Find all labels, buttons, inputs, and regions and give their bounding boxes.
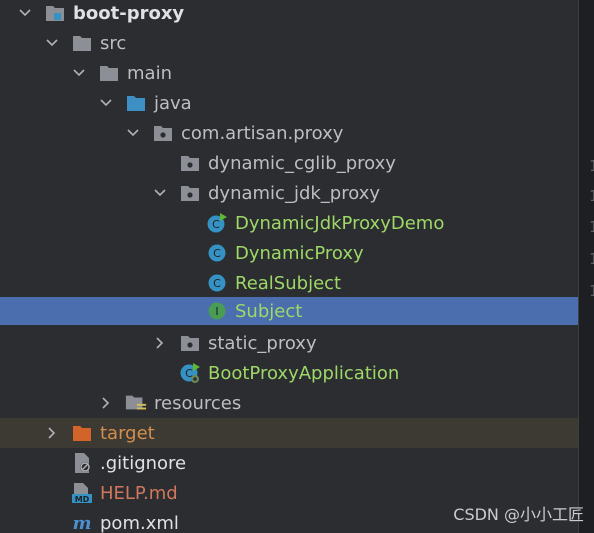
tree-item-label: java [154,92,192,114]
line-number: 1 [589,218,594,236]
spring-boot-app-icon: C [179,362,201,384]
tree-item-main[interactable]: main [0,58,578,88]
svg-text:m: m [72,513,91,533]
line-number: 1 [589,282,594,300]
chevron-down-icon[interactable] [124,124,142,142]
package-icon [179,152,201,174]
tree-item-label: BootProxyApplication [208,362,400,384]
source-folder-icon [125,92,147,114]
tree-item-label: dynamic_cglib_proxy [208,152,396,174]
tree-item-gitignore[interactable]: .gitignore [0,448,578,478]
tree-item-label: dynamic_jdk_proxy [208,182,380,204]
chevron-down-icon[interactable] [43,34,61,52]
excluded-folder-icon [71,422,93,444]
tree-item-label: resources [154,392,242,414]
tree-item-label: src [100,32,127,54]
tree-item-label: boot-proxy [73,2,185,24]
tree-item-dynamic-proxy[interactable]: C DynamicProxy [0,238,578,268]
chevron-right-icon[interactable] [43,424,61,442]
svg-text:C: C [212,218,220,231]
interface-icon: I [206,300,228,322]
tree-item-label: main [127,62,172,84]
tree-item-com-artisan-proxy[interactable]: com.artisan.proxy [0,118,578,148]
package-icon [179,182,201,204]
svg-text:MD: MD [75,495,90,504]
module-folder-icon [44,2,66,24]
svg-text:I: I [215,305,218,318]
tree-item-label: pom.xml [100,512,179,533]
chevron-right-icon[interactable] [97,394,115,412]
class-icon: C [206,242,228,264]
tree-item-real-subject[interactable]: C RealSubject [0,268,578,298]
tree-item-label: HELP.md [100,482,178,504]
tree-item-label: target [100,422,155,444]
line-number: 1 [589,250,594,268]
tree-item-dynamic-jdk-proxy[interactable]: dynamic_jdk_proxy [0,178,578,208]
class-icon: C [206,272,228,294]
tree-item-target[interactable]: target [0,418,578,448]
tree-item-label: DynamicJdkProxyDemo [235,212,445,234]
chevron-down-icon[interactable] [151,184,169,202]
tree-item-dynamic-jdk-proxy-demo[interactable]: C DynamicJdkProxyDemo [0,208,578,238]
tree-item-label: Subject [235,300,303,322]
folder-icon [71,32,93,54]
package-icon [152,122,174,144]
package-icon [179,332,201,354]
folder-icon [98,62,120,84]
editor-gutter: 1 1 1 1 1 [578,0,594,533]
project-tree[interactable]: boot-proxy src main java com.artisan.pro… [0,0,578,533]
chevron-down-icon[interactable] [70,64,88,82]
tree-item-label: com.artisan.proxy [181,122,344,144]
svg-text:C: C [213,247,221,260]
line-number: 1 [589,157,594,175]
tree-item-boot-proxy-application[interactable]: C BootProxyApplication [0,358,578,388]
tree-item-dynamic-cglib-proxy[interactable]: dynamic_cglib_proxy [0,148,578,178]
tree-item-resources[interactable]: resources [0,388,578,418]
tree-item-boot-proxy[interactable]: boot-proxy [0,0,578,28]
tree-item-src[interactable]: src [0,28,578,58]
tree-item-label: static_proxy [208,332,317,354]
gitignore-file-icon [71,452,93,474]
chevron-down-icon[interactable] [97,94,115,112]
line-number: 1 [589,187,594,205]
tree-item-java[interactable]: java [0,88,578,118]
tree-item-subject[interactable]: I Subject [0,297,578,325]
watermark: CSDN @小小工匠 [453,505,584,524]
tree-item-label: .gitignore [100,452,187,474]
chevron-right-icon[interactable] [151,334,169,352]
tree-item-label: DynamicProxy [235,242,364,264]
maven-file-icon: m [71,512,93,533]
tree-item-static-proxy[interactable]: static_proxy [0,328,578,358]
markdown-file-icon: MD [71,482,93,504]
runnable-class-icon: C [206,212,228,234]
chevron-down-icon[interactable] [16,4,34,22]
svg-text:C: C [213,277,221,290]
tree-item-label: RealSubject [235,272,342,294]
resources-folder-icon [125,392,147,414]
